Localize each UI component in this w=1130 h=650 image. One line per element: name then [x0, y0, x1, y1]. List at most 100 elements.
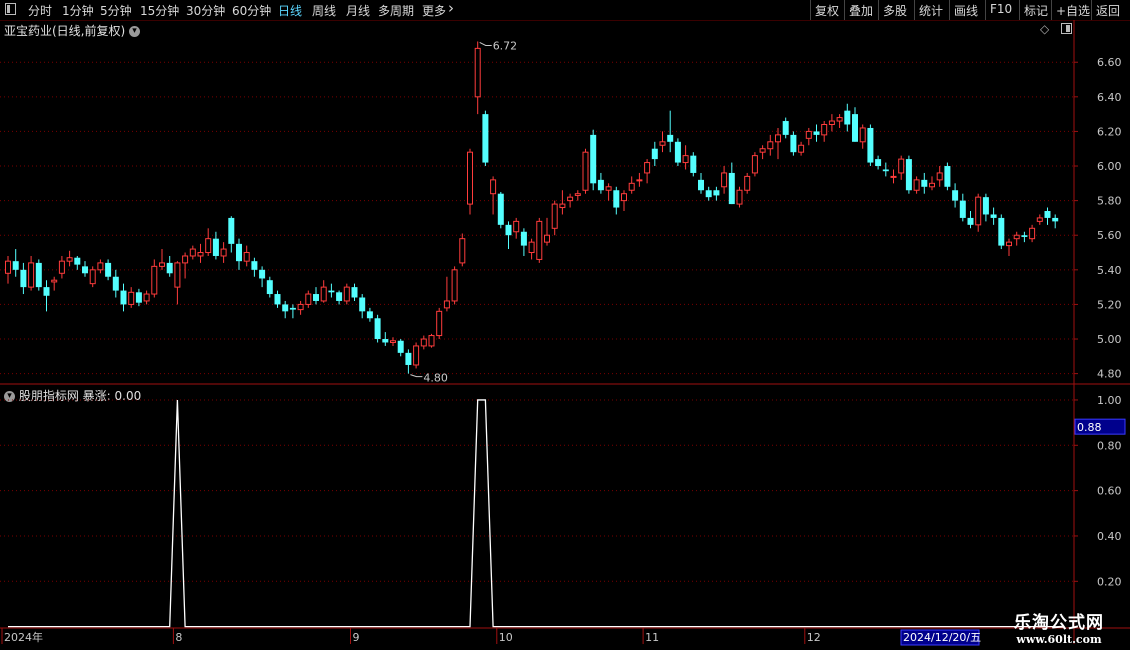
toolbar-button-5[interactable]: F10	[990, 2, 1012, 16]
toolbar-button-6[interactable]: 标记	[1024, 2, 1048, 19]
toolbar-button-7[interactable]: +自选	[1056, 2, 1090, 19]
toolbar-button-4[interactable]: 画线	[954, 2, 978, 19]
candle-up	[559, 203, 566, 209]
watermark-logo: 乐淘公式网 www.60lt.com	[1014, 608, 1104, 646]
candle-up	[567, 196, 574, 202]
indicator-title: ▾ 股朋指标网 暴涨: 0.00	[4, 387, 141, 404]
period-tab-1[interactable]: 1分钟	[62, 2, 94, 19]
y-tick-label: 0.40	[1097, 530, 1122, 543]
candle-up	[297, 303, 304, 311]
candle-down	[374, 318, 381, 340]
candle-up	[859, 127, 866, 143]
period-toolbar: 分时 1分钟 5分钟 15分钟 30分钟 60分钟 日线 周线 月线 多周期 更多 › 复权 叠加 多股…	[0, 0, 1130, 21]
candle-up	[582, 151, 589, 191]
y-tick-label: 5.40	[1097, 264, 1122, 277]
y-tick-label: 0.60	[1097, 485, 1122, 498]
toolbar-separator	[878, 0, 879, 20]
period-tab-3[interactable]: 15分钟	[140, 2, 179, 19]
y-tick-label: 5.80	[1097, 195, 1122, 208]
period-tab-0[interactable]: 分时	[28, 2, 52, 19]
candle-up	[436, 310, 443, 337]
candle-down	[651, 148, 658, 160]
candle-up	[197, 252, 204, 257]
period-tab-2[interactable]: 5分钟	[100, 2, 132, 19]
chevron-right-icon[interactable]: ›	[448, 0, 454, 17]
candle-up	[459, 238, 466, 264]
candle-up	[605, 186, 612, 191]
candle-up	[798, 144, 805, 153]
candle-down	[690, 155, 697, 173]
period-tab-9[interactable]: 多周期	[378, 2, 414, 19]
toolbar-separator	[1051, 0, 1052, 20]
x-tick-label: 12	[807, 631, 821, 644]
candle-up	[5, 260, 11, 274]
candle-down	[867, 127, 874, 163]
period-tab-6[interactable]: 日线	[278, 2, 302, 19]
stock-chart: 6.72 4.80 6.60 6.40 6.20 6.00 5.80 5.60 5.40 5.2…	[0, 20, 1130, 646]
y-tick-label: 5.00	[1097, 333, 1122, 346]
toolbar-button-8[interactable]: 返回	[1096, 2, 1120, 19]
candle-down	[1052, 217, 1059, 222]
toolbar-button-3[interactable]: 统计	[919, 2, 943, 19]
candle-up	[28, 262, 35, 288]
candle-down	[382, 339, 389, 343]
candle-down	[1021, 235, 1028, 237]
candle-down	[844, 110, 851, 125]
chevron-down-icon[interactable]: ▾	[4, 391, 15, 402]
candle-up	[890, 175, 897, 178]
date-cursor-label: 2024/12/20/五	[903, 631, 981, 644]
period-tab-4[interactable]: 30分钟	[186, 2, 225, 19]
candle-up	[128, 291, 135, 305]
candle-up	[1036, 217, 1043, 222]
candle-up	[636, 179, 643, 182]
panel-toggle-icon[interactable]	[4, 1, 18, 20]
watermark-line2: www.60lt.com	[1016, 633, 1102, 646]
chevron-down-icon[interactable]: ▾	[129, 26, 141, 37]
candle-down	[259, 269, 266, 279]
candle-up	[805, 130, 812, 139]
candle-up	[913, 179, 920, 191]
candle-down	[674, 141, 681, 163]
candle-up	[443, 300, 450, 309]
candle-up	[513, 220, 520, 233]
candle-down	[713, 190, 720, 196]
candle-up	[243, 252, 250, 262]
candle-down	[497, 193, 504, 225]
panel-layout-icon[interactable]	[1060, 22, 1074, 39]
candle-down	[313, 294, 319, 301]
candle-up	[151, 265, 158, 295]
candle-up	[659, 141, 666, 146]
candle-down	[282, 304, 289, 312]
candle-down	[875, 159, 882, 167]
y-tick-label: 6.60	[1097, 56, 1122, 69]
toolbar-button-0[interactable]: 复权	[815, 2, 839, 19]
candle-down	[105, 262, 112, 277]
y-tick-label: 5.60	[1097, 229, 1122, 242]
candle-up	[975, 196, 982, 226]
diamond-icon[interactable]: ◇	[1040, 22, 1049, 36]
candle-down	[228, 217, 235, 244]
period-tab-5[interactable]: 60分钟	[232, 2, 271, 19]
toolbar-button-2[interactable]: 多股	[883, 2, 907, 19]
period-tab-10[interactable]: 更多	[422, 2, 446, 19]
candle-down	[705, 190, 712, 198]
candle-down	[505, 224, 512, 236]
candle-up	[936, 172, 943, 181]
candle-up	[89, 269, 96, 285]
x-tick-label: 2024年	[4, 630, 43, 644]
candle-down	[597, 179, 604, 191]
toolbar-button-1[interactable]: 叠加	[849, 2, 873, 19]
candle-up	[759, 148, 766, 153]
candle-down	[790, 134, 797, 153]
candle-up	[467, 151, 473, 205]
period-tab-7[interactable]: 周线	[312, 2, 336, 19]
period-tab-8[interactable]: 月线	[346, 2, 370, 19]
candle-up	[390, 340, 396, 343]
candle-down	[397, 340, 404, 353]
candle-down	[882, 169, 889, 172]
y-tick-label: 6.20	[1097, 125, 1122, 138]
candle-up	[205, 238, 212, 254]
y-tick-label: 6.00	[1097, 160, 1122, 173]
candle-up	[736, 189, 743, 205]
high-pointer	[479, 42, 492, 46]
